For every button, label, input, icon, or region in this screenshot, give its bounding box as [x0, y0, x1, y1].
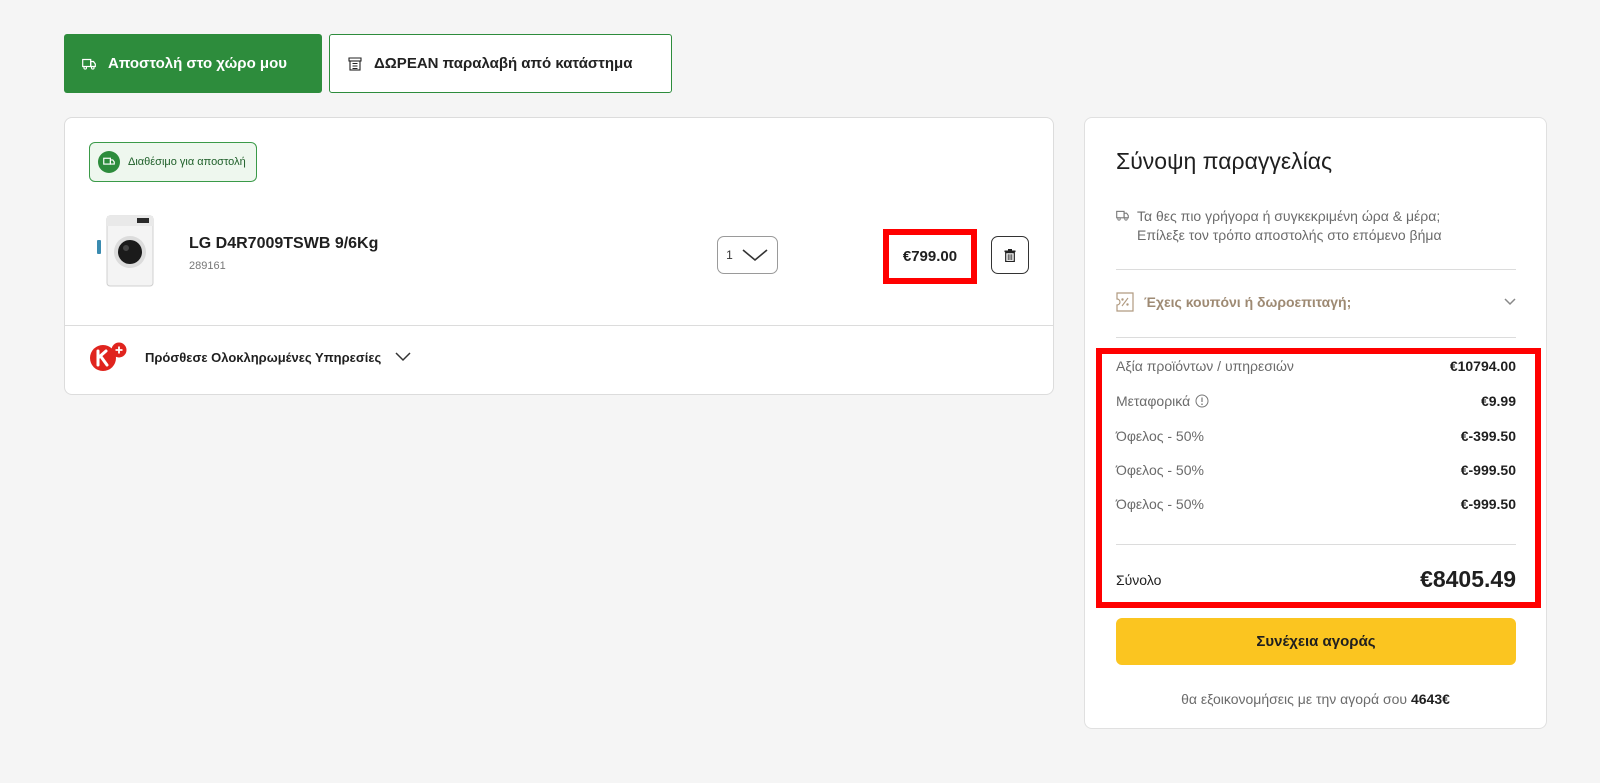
tab-store-pickup[interactable]: ΔΩΡΕΑΝ παραλαβή από κατάστημα — [329, 34, 672, 93]
store-icon — [348, 56, 362, 71]
truck-icon — [98, 151, 120, 173]
tab-home-delivery-label: Αποστολή στο χώρο μου — [108, 55, 287, 72]
summary-title: Σύνοψη παραγγελίας — [1116, 148, 1333, 174]
order-summary-card: Σύνοψη παραγγελίας Τα θες πιο γρήγορα ή … — [1084, 117, 1547, 729]
quantity-value: 1 — [726, 248, 733, 262]
summary-line-discount: Όφελος - 50% €-399.50 — [1116, 428, 1516, 444]
summary-line-label: Όφελος - 50% — [1116, 428, 1204, 444]
coupon-label: Έχεις κουπόνι ή δωροεπιταγή; — [1144, 294, 1352, 310]
product-sku: 289161 — [189, 260, 226, 272]
item-price-value: €799.00 — [902, 248, 958, 265]
summary-line-value: €9.99 — [1480, 393, 1516, 409]
chevron-down-icon — [1504, 298, 1516, 306]
divider — [1116, 337, 1516, 338]
item-price: €799.00 — [883, 229, 977, 284]
savings-note-text: θα εξοικονομήσεις με την αγορά σου — [1181, 691, 1408, 707]
chevron-down-icon — [742, 249, 768, 262]
summary-line-label: Όφελος - 50% — [1116, 496, 1204, 512]
services-toggle-label: Πρόσθεσε Ολοκληρωμένες Υπηρεσίες — [145, 349, 382, 365]
summary-line-value: €-399.50 — [1460, 428, 1516, 444]
summary-line-shipping: Μεταφορικά €9.99 — [1116, 393, 1516, 409]
availability-badge-label: Διαθέσιμο για αποστολή — [128, 156, 246, 168]
coupon-icon — [1116, 292, 1134, 312]
summary-line-value: €10794.00 — [1449, 358, 1516, 374]
summary-line-value: €-999.50 — [1460, 496, 1516, 512]
summary-line-label: Μεταφορικά — [1116, 393, 1191, 409]
tab-home-delivery[interactable]: Αποστολή στο χώρο μου — [64, 34, 322, 93]
summary-line-products: Αξία προϊόντων / υπηρεσιών €10794.00 — [1116, 358, 1516, 374]
truck-icon — [1116, 210, 1129, 221]
quantity-select[interactable]: 1 — [717, 236, 778, 274]
cart-item-card: Διαθέσιμο για αποστολή LG D4R7009TSWB 9/… — [64, 117, 1054, 395]
trash-icon — [1004, 248, 1016, 262]
kotsovolos-plus-logo — [90, 342, 127, 371]
summary-line-label: Αξία προϊόντων / υπηρεσιών — [1116, 358, 1294, 374]
divider — [1116, 544, 1516, 545]
savings-amount: 4643€ — [1410, 691, 1450, 707]
delivery-note-line-2: Επίλεξε τον τρόπο αποστολής στο επόμενο … — [1137, 227, 1442, 243]
summary-line-discount: Όφελος - 50% €-999.50 — [1116, 462, 1516, 478]
delivery-note: Τα θες πιο γρήγορα ή συγκεκριμένη ώρα & … — [1116, 207, 1526, 245]
chevron-down-icon — [395, 352, 411, 362]
availability-badge: Διαθέσιμο για αποστολή — [89, 142, 257, 182]
divider — [1116, 269, 1516, 270]
continue-checkout-button[interactable]: Συνέχεια αγοράς — [1116, 618, 1516, 665]
truck-icon — [82, 58, 96, 70]
divider — [65, 325, 1053, 326]
services-toggle[interactable]: Πρόσθεσε Ολοκληρωμένες Υπηρεσίες — [89, 342, 411, 372]
tab-store-pickup-label: ΔΩΡΕΑΝ παραλαβή από κατάστημα — [374, 55, 633, 72]
info-icon[interactable] — [1195, 394, 1209, 408]
summary-line-discount: Όφελος - 50% €-999.50 — [1116, 496, 1516, 512]
coupon-toggle[interactable]: Έχεις κουπόνι ή δωροεπιταγή; — [1116, 292, 1516, 312]
savings-note: θα εξοικονομήσεις με την αγορά σου 4643€ — [1085, 691, 1546, 707]
remove-item-button[interactable] — [991, 236, 1029, 274]
order-total-label: Σύνολο — [1116, 571, 1162, 588]
summary-line-label: Όφελος - 50% — [1116, 462, 1204, 478]
order-total: Σύνολο €8405.49 — [1116, 566, 1516, 593]
summary-line-value: €-999.50 — [1460, 462, 1516, 478]
product-name[interactable]: LG D4R7009TSWB 9/6Kg — [189, 235, 378, 253]
order-total-value: €8405.49 — [1420, 566, 1516, 592]
delivery-note-line-1: Τα θες πιο γρήγορα ή συγκεκριμένη ώρα & … — [1137, 208, 1441, 224]
product-image[interactable] — [93, 214, 163, 288]
